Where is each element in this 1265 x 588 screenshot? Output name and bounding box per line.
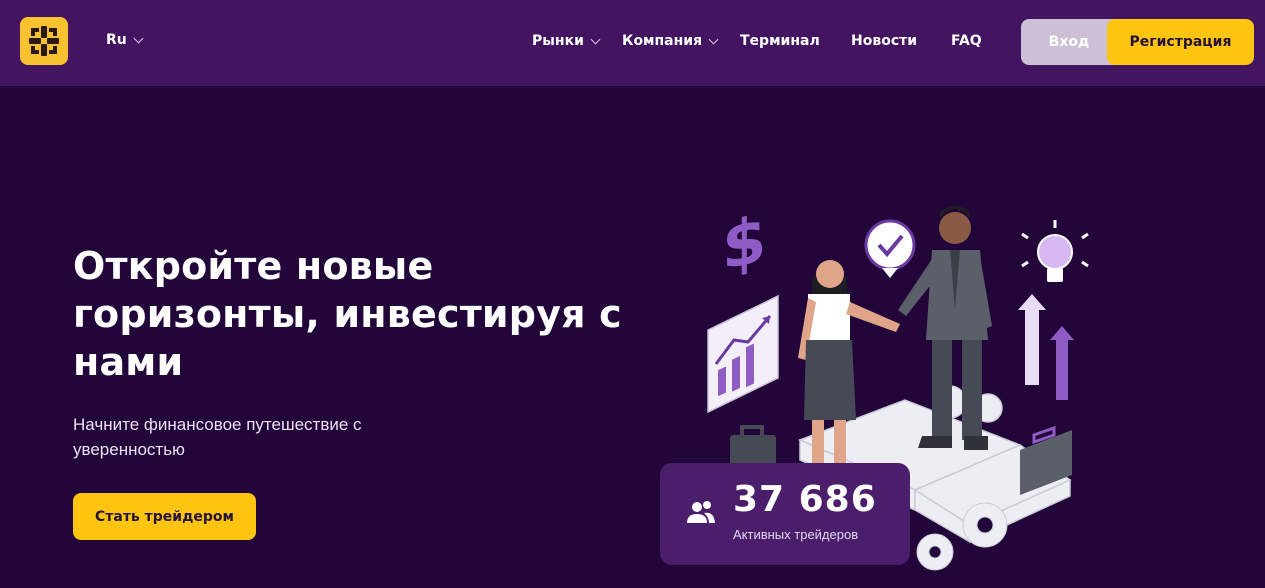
chevron-down-icon — [133, 33, 144, 43]
nav-company[interactable]: Компания — [622, 33, 719, 49]
nav-terminal-label: Терминал — [740, 33, 820, 49]
svg-text:$: $ — [722, 202, 767, 286]
become-trader-button[interactable]: Стать трейдером — [73, 493, 256, 540]
lightbulb-icon — [1021, 220, 1089, 282]
hero-subtitle: Начните финансовое путешествие с уверенн… — [73, 415, 362, 459]
nav-company-label: Компания — [622, 33, 703, 49]
nav-markets[interactable]: Рынки — [532, 33, 601, 49]
nav-markets-label: Рынки — [532, 33, 584, 49]
traders-count: 37 686 — [733, 479, 877, 520]
traders-label: Активных трейдеров — [733, 527, 859, 542]
top-navigation-bar: Ru Рынки Компания Терминал Новости FAQ В… — [0, 0, 1265, 86]
chevron-down-icon — [708, 34, 719, 44]
register-button[interactable]: Регистрация — [1107, 19, 1254, 65]
chart-board-icon — [707, 294, 779, 414]
dollar-icon: $ — [722, 202, 767, 286]
users-icon — [686, 499, 716, 529]
check-bubble-icon — [864, 219, 916, 278]
active-traders-card: 37 686 Активных трейдеров — [660, 463, 910, 565]
brand-logo-icon[interactable] — [20, 17, 68, 65]
language-label: Ru — [106, 32, 127, 48]
growth-arrows-icon — [1018, 294, 1074, 400]
nav-news[interactable]: Новости — [851, 33, 917, 49]
hero-title: Откройте новые горизонты, инвестируя с н… — [73, 244, 622, 384]
language-selector[interactable]: Ru — [106, 32, 144, 48]
nav-faq[interactable]: FAQ — [951, 33, 982, 49]
chevron-down-icon — [590, 34, 601, 44]
nav-faq-label: FAQ — [951, 33, 982, 49]
nav-terminal[interactable]: Терминал — [740, 33, 820, 49]
nav-news-label: Новости — [851, 33, 918, 49]
